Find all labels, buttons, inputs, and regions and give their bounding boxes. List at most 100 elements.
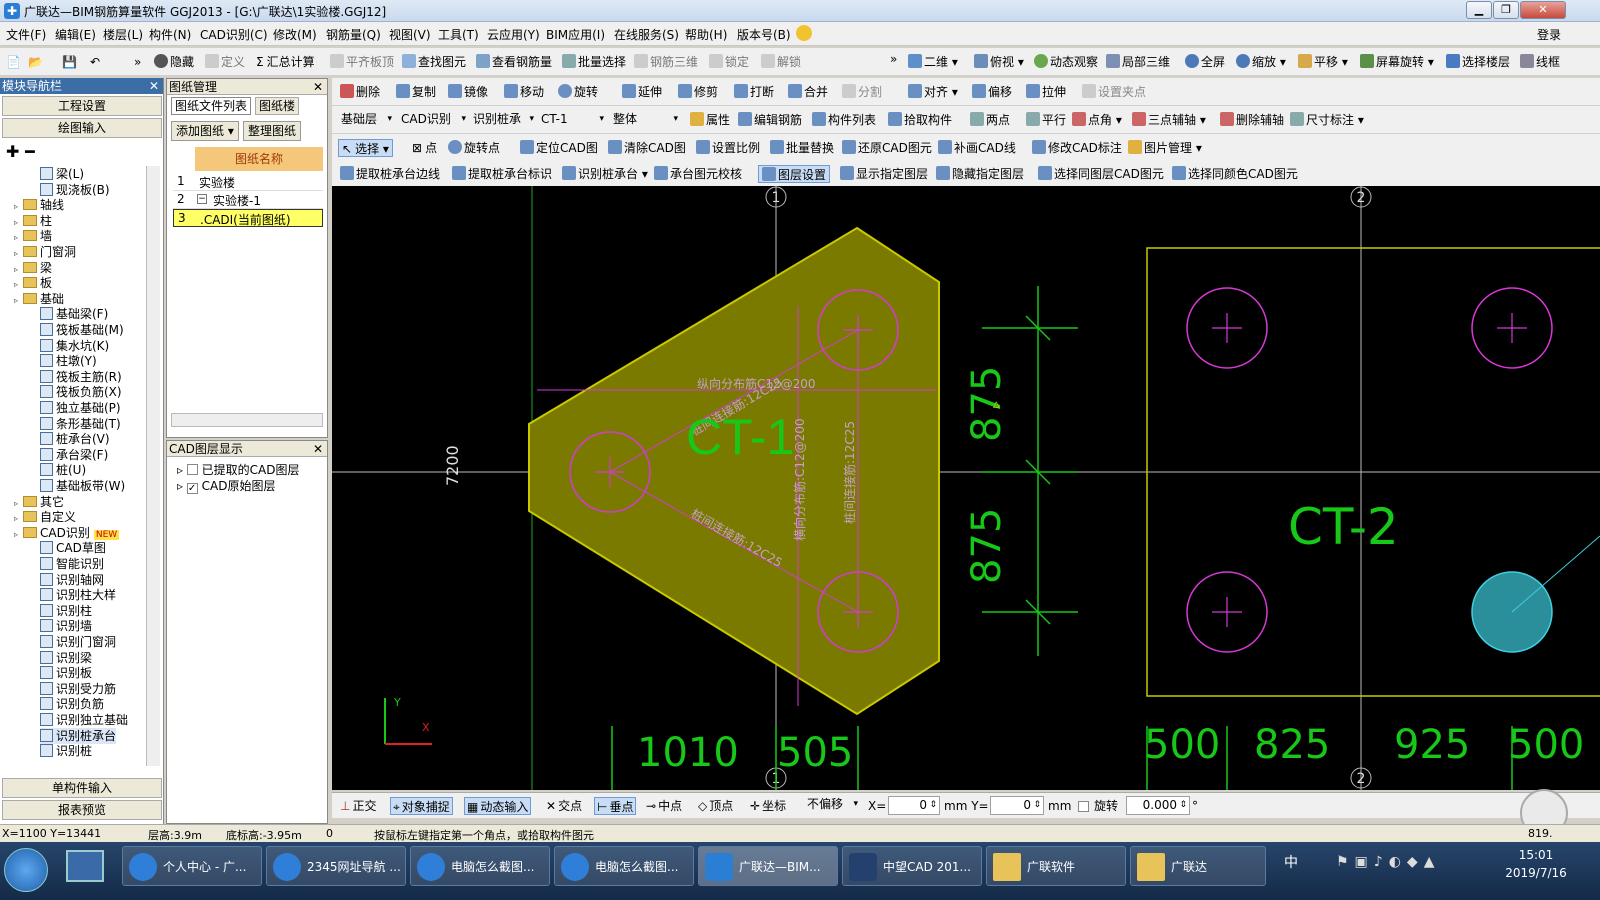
nav-tree-item[interactable]: 识别桩: [40, 743, 92, 759]
cad-drawing[interactable]: 1 2 1 2 纵向分布筋C12@200 桩间连接筋:12C25 横向分布筋:C…: [332, 186, 1600, 790]
toggle-object-snap[interactable]: ⌖ 对象捕捉: [390, 797, 453, 815]
btn-extract-pile-edge[interactable]: 提取桩承台边线: [340, 165, 440, 183]
btn-dim[interactable]: 尺寸标注 ▾: [1290, 111, 1364, 129]
maximize-button[interactable]: ❐: [1493, 1, 1519, 19]
menu-version[interactable]: 版本号(B): [737, 26, 791, 43]
nav-tree-item[interactable]: 识别柱: [40, 603, 92, 619]
nav-tree-item[interactable]: 识别板: [40, 665, 92, 681]
nav-tree-item[interactable]: 识别梁: [40, 650, 92, 666]
btn-break[interactable]: 打断: [734, 83, 774, 101]
btn-calc[interactable]: Σ 汇总计算: [256, 53, 315, 71]
nav-tree-item[interactable]: 条形基础(T): [40, 416, 121, 432]
nav-tree-item[interactable]: 识别桩承台: [40, 727, 117, 744]
minimize-button[interactable]: ▁: [1466, 1, 1492, 19]
btn-clear-cad[interactable]: 清除CAD图: [608, 139, 686, 157]
btn-define[interactable]: 定义: [205, 53, 245, 71]
btn-merge[interactable]: 合并: [788, 83, 828, 101]
more-icon-2[interactable]: »: [890, 50, 897, 68]
nav-tree-item[interactable]: 识别负筋: [40, 696, 104, 712]
sort-drawing-button[interactable]: 整理图纸: [243, 121, 302, 141]
btn-wireframe[interactable]: 线框: [1520, 53, 1560, 71]
menu-online[interactable]: 在线服务(S): [614, 26, 679, 43]
btn-draw-cad-line[interactable]: 补画CAD线: [938, 139, 1016, 157]
btn-batch-select[interactable]: 批量选择: [562, 53, 626, 71]
layer-extracted[interactable]: ▹ 已提取的CAD图层: [177, 461, 300, 478]
btn-show-layer[interactable]: 显示指定图层: [840, 165, 928, 183]
menu-bim[interactable]: BIM应用(I): [546, 26, 605, 43]
btn-top-view[interactable]: 俯视 ▾: [974, 53, 1024, 71]
nav-folder[interactable]: ▹ 自定义: [14, 509, 76, 525]
drawing-input-button[interactable]: 绘图输入: [2, 118, 162, 138]
nav-tree-item[interactable]: 梁(L): [40, 166, 84, 182]
snap-vertex[interactable]: ◇ 顶点: [698, 797, 733, 815]
drawing-row[interactable]: 1 实验楼: [173, 173, 323, 191]
btn-restore-cad[interactable]: 还原CAD图元: [842, 139, 932, 157]
btn-delete-axis[interactable]: 删除辅轴: [1220, 111, 1284, 129]
btn-stretch[interactable]: 拉伸: [1026, 83, 1066, 101]
expand-arrow-icon[interactable]: ▹: [14, 527, 23, 543]
btn-pan[interactable]: 平移 ▾: [1298, 53, 1348, 71]
btn-grip[interactable]: 设置夹点: [1082, 83, 1146, 101]
menu-cad[interactable]: CAD识别(C): [200, 26, 268, 43]
offset-select[interactable]: 不偏移 ▾: [804, 796, 860, 815]
drawing-row[interactable]: 3 .CADI(当前图纸): [173, 209, 323, 227]
btn-rotate-point[interactable]: 旋转点: [448, 139, 500, 157]
login-link[interactable]: 登录: [1537, 26, 1561, 43]
checkbox-original[interactable]: ✓: [186, 483, 198, 494]
undo-icon[interactable]: ↶: [90, 53, 100, 71]
scope-select[interactable]: 整体 ▾: [610, 111, 680, 130]
btn-split[interactable]: 分割: [842, 83, 882, 101]
x-input[interactable]: 0 ⇕: [888, 796, 940, 815]
nav-tree-item[interactable]: 筏板主筋(R): [40, 369, 122, 385]
btn-image-manage[interactable]: 图片管理 ▾: [1128, 139, 1202, 157]
expand-all-icon[interactable]: ✚ ━: [6, 142, 35, 161]
taskbar-item-7[interactable]: 广联软件: [986, 846, 1126, 886]
btn-pick-component[interactable]: 拾取构件: [888, 111, 952, 129]
btn-move[interactable]: 移动: [504, 83, 544, 101]
btn-rotate[interactable]: 旋转: [558, 83, 598, 101]
expand-arrow-icon[interactable]: ▹: [14, 293, 23, 309]
nav-tree-item[interactable]: 基础板带(W): [40, 478, 125, 494]
taskbar-item-1[interactable]: 个人中心 - 广...: [122, 846, 262, 886]
drawing-hscrollbar[interactable]: [171, 413, 323, 427]
btn-properties[interactable]: 属性: [690, 111, 730, 129]
nav-folder[interactable]: ▹ 柱: [14, 213, 52, 229]
nav-folder[interactable]: ▹ 门窗洞: [14, 244, 76, 260]
rotate-input[interactable]: 0.000 ⇕: [1126, 796, 1190, 815]
taskbar-item-3[interactable]: 电脑怎么截图...: [410, 846, 550, 886]
menu-view[interactable]: 视图(V): [389, 26, 431, 43]
btn-orbit[interactable]: 动态观察: [1034, 53, 1098, 71]
btn-find[interactable]: 查找图元: [402, 53, 466, 71]
btn-identify-pile-cap[interactable]: 识别桩承台 ▾: [562, 165, 648, 183]
nav-tree-item[interactable]: 识别受力筋: [40, 681, 116, 697]
btn-select-floor[interactable]: 选择楼层: [1446, 53, 1510, 71]
btn-point-angle[interactable]: 点角 ▾: [1072, 111, 1122, 129]
project-settings-button[interactable]: 工程设置: [2, 96, 162, 116]
menu-rebar[interactable]: 钢筋量(Q): [326, 26, 381, 43]
nav-tree-item[interactable]: 桩承台(V): [40, 431, 110, 447]
btn-local-3d[interactable]: 局部三维: [1106, 53, 1170, 71]
btn-select-same-color[interactable]: 选择同颜色CAD图元: [1172, 165, 1298, 183]
btn-hide[interactable]: 隐藏: [154, 53, 194, 71]
nav-tree-item[interactable]: 识别柱大样: [40, 587, 116, 603]
nav-tree-item[interactable]: 集水坑(K): [40, 338, 109, 354]
drawing-row[interactable]: 2 实验楼-1−: [173, 191, 323, 209]
close-icon[interactable]: ✕: [313, 79, 323, 95]
btn-three-point-axis[interactable]: 三点辅轴 ▾: [1132, 111, 1206, 129]
taskbar-item-6[interactable]: 中望CAD 201...: [842, 846, 982, 886]
taskbar-item-8[interactable]: 广联达: [1130, 846, 1266, 886]
nav-tree-item[interactable]: 识别独立基础: [40, 712, 128, 728]
layer-original[interactable]: ▹ ✓ CAD原始图层: [177, 477, 276, 494]
rotate-checkbox[interactable]: [1078, 801, 1089, 812]
save-icon[interactable]: 💾: [62, 53, 77, 71]
btn-view-rebar[interactable]: 查看钢筋量: [476, 53, 552, 71]
btn-locate-cad[interactable]: 定位CAD图: [520, 139, 598, 157]
nav-tree-item[interactable]: 承台梁(F): [40, 447, 108, 463]
btn-parallel[interactable]: 平行: [1026, 111, 1066, 129]
nav-folder[interactable]: ▹ 板: [14, 275, 52, 291]
nav-tree-item[interactable]: 基础梁(F): [40, 306, 108, 322]
btn-fullscreen[interactable]: 全屏: [1185, 53, 1225, 71]
nav-tree-item[interactable]: 桩(U): [40, 462, 86, 478]
more-icon[interactable]: »: [134, 53, 141, 71]
pile-cap-ct1[interactable]: [528, 226, 940, 716]
